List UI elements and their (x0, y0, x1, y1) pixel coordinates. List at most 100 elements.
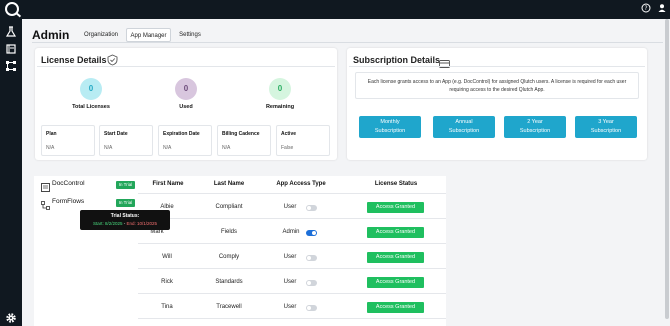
tab-settings[interactable]: Settings (174, 28, 206, 42)
row1-last-name: Compliant (215, 204, 243, 210)
row3-last-name: Comply (218, 254, 240, 260)
header-divider (32, 42, 663, 43)
shield-check-icon (107, 53, 118, 71)
header-license-status: License Status (374, 181, 418, 187)
monthly-subscription-button[interactable]: Monthly Subscription (359, 116, 421, 138)
svg-text:?: ? (644, 5, 647, 12)
row3-admin-toggle[interactable] (306, 255, 317, 261)
row5-access-type: User (283, 304, 297, 310)
row-divider (138, 243, 446, 244)
document-icon (41, 179, 50, 197)
billing-cadence-box: Billing Cadence N/A (217, 125, 271, 156)
start-date-label: Start Date (104, 131, 128, 137)
2-year-subscription-button[interactable]: 2 Year Subscription (504, 116, 566, 138)
tooltip-title: Trial Status: (110, 213, 140, 219)
plan-value: N/A (46, 145, 55, 151)
annual-line2: Subscription (448, 128, 480, 134)
2-year-line1: 2 Year (527, 119, 543, 125)
row-divider (138, 218, 446, 219)
monthly-line1: Monthly (380, 119, 400, 125)
total-licenses-label: Total Licenses (72, 104, 110, 110)
doccontrol-trial-badge: In Trial (116, 181, 135, 189)
row-divider (138, 293, 446, 294)
license-details-title: License Details (41, 55, 107, 65)
annual-line1: Annual (455, 119, 473, 125)
row2-last-name: Fields (220, 229, 237, 235)
app-formflows[interactable]: FormFlows (52, 198, 84, 205)
annual-subscription-button[interactable]: Annual Subscription (433, 116, 495, 138)
page-scrollbar[interactable] (665, 19, 669, 319)
row3-access-type: User (283, 254, 297, 260)
row5-last-name: Tracewell (216, 304, 242, 310)
formflows-trial-badge: In Trial (116, 199, 135, 207)
tab-app-manager[interactable]: App Manager (126, 28, 171, 42)
settings-icon[interactable] (4, 311, 18, 325)
row1-access-type: User (283, 204, 297, 210)
monthly-line2: Subscription (374, 128, 406, 134)
row1-status: Access Granted (367, 202, 424, 213)
library-icon[interactable] (4, 42, 18, 56)
2-year-line2: Subscription (519, 128, 551, 134)
total-licenses-value: 0 (80, 78, 102, 100)
3-year-line1: 3 Year (598, 119, 614, 125)
tooltip-start: Start: 8/2/2025 (92, 221, 123, 226)
logo-icon[interactable] (5, 2, 19, 16)
tab-organization[interactable]: Organization (79, 28, 123, 42)
row3-first-name: Will (162, 254, 172, 260)
3-year-subscription-button[interactable]: 3 Year Subscription (575, 116, 637, 138)
active-label: Active (281, 131, 297, 137)
start-date-box: Start Date N/A (99, 125, 153, 156)
row2-admin-toggle[interactable] (306, 230, 317, 236)
license-divider (37, 66, 335, 67)
row4-last-name: Standards (215, 279, 243, 285)
row4-admin-toggle[interactable] (306, 280, 317, 286)
row3-status: Access Granted (367, 252, 424, 263)
trial-status-tooltip: Trial Status: Start: 8/2/2025 - End: 10/… (80, 210, 170, 230)
billing-cadence-label: Billing Cadence (222, 131, 260, 137)
sidebar (0, 19, 22, 326)
expiration-date-box: Expiration Date N/A (158, 125, 212, 156)
page-title: Admin (32, 28, 70, 42)
row-divider (138, 268, 446, 269)
active-value: False (281, 145, 294, 151)
used-label: Used (179, 104, 193, 110)
row4-access-type: User (283, 279, 297, 285)
remaining-label: Remaining (265, 104, 295, 110)
user-icon[interactable] (656, 3, 668, 15)
header-divider-line (138, 193, 446, 194)
flask-icon[interactable] (4, 25, 18, 39)
expiration-date-label: Expiration Date (163, 131, 200, 137)
subscription-details-title: Subscription Details (353, 55, 441, 65)
row5-first-name: Tina (161, 304, 173, 310)
tooltip-end: End: 10/1/2025 (126, 221, 158, 226)
active-box: Active False (276, 125, 330, 156)
row2-access-type: Admin (282, 229, 300, 235)
tooltip-dates: Start: 8/2/2025 - End: 10/1/2025 (80, 221, 170, 226)
expiration-date-value: N/A (163, 145, 172, 151)
3-year-line2: Subscription (590, 128, 622, 134)
tooltip-sep: - (123, 221, 126, 226)
billing-cadence-value: N/A (222, 145, 231, 151)
form-icon (41, 197, 50, 215)
header-first-name: First Name (152, 181, 184, 187)
row5-admin-toggle[interactable] (306, 305, 317, 311)
subscription-divider (349, 66, 645, 67)
row1-admin-toggle[interactable] (306, 205, 317, 211)
help-icon[interactable]: ? (640, 3, 652, 15)
row-divider (138, 318, 446, 319)
plan-label: Plan (46, 131, 57, 137)
used-value: 0 (175, 78, 197, 100)
header-last-name: Last Name (213, 181, 245, 187)
workflow-icon[interactable] (4, 59, 18, 73)
app-doccontrol[interactable]: DocControl (52, 180, 85, 187)
row2-status: Access Granted (367, 227, 424, 238)
row4-status: Access Granted (367, 277, 424, 288)
top-bar: ? (0, 0, 670, 19)
header-app-access-type: App Access Type (276, 181, 326, 187)
remaining-value: 0 (269, 78, 291, 100)
subscription-description: Each license grants access to an App (e.… (355, 72, 639, 99)
row5-status: Access Granted (367, 302, 424, 313)
credit-card-icon (439, 55, 450, 73)
plan-box: Plan N/A (41, 125, 95, 156)
start-date-value: N/A (104, 145, 113, 151)
